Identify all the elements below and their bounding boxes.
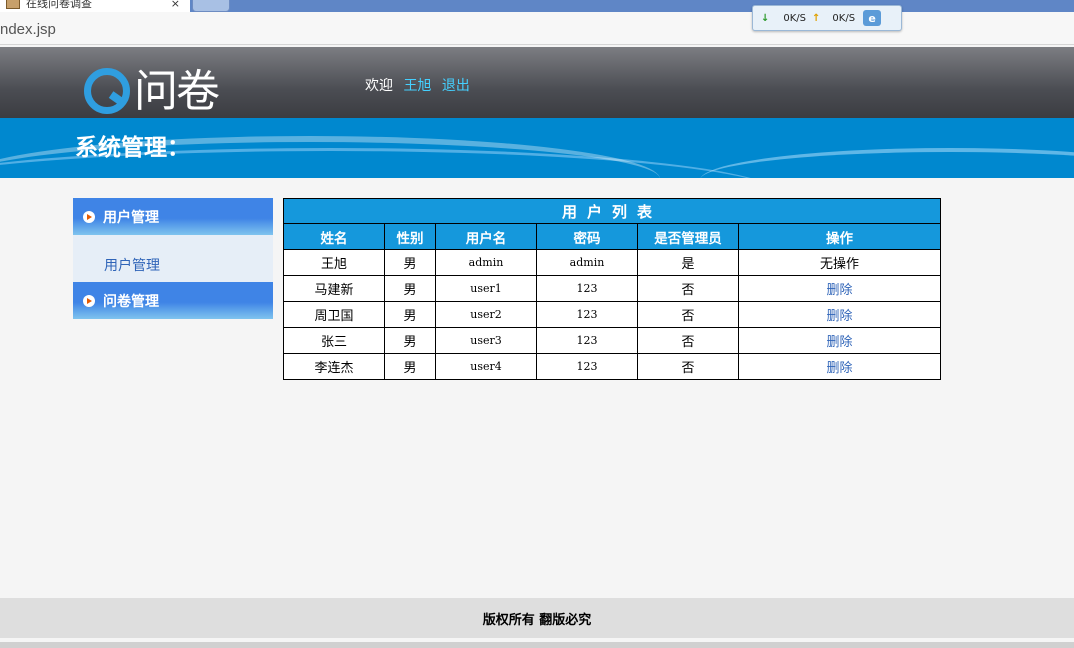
delete-user-link[interactable]: 删除 — [826, 335, 852, 350]
column-header: 是否管理员 — [637, 223, 739, 250]
bullet-arrow-icon — [83, 210, 95, 223]
cell-action: 无操作 — [738, 249, 941, 276]
welcome-text: 欢迎 — [365, 78, 393, 94]
cell-gender: 男 — [384, 249, 436, 276]
sidebar: 用户管理 用户管理 问卷管理 — [73, 198, 273, 319]
site-header: 问卷 欢迎 王旭 退出 — [0, 47, 1074, 118]
delete-user-link[interactable]: 删除 — [826, 361, 852, 376]
cell-password: 123 — [536, 301, 638, 328]
cell-is-admin: 是 — [637, 249, 739, 276]
cell-gender: 男 — [384, 353, 436, 380]
cell-gender: 男 — [384, 301, 436, 328]
page-title: 系统管理： — [75, 134, 190, 161]
page-favicon-icon — [6, 0, 20, 9]
column-header: 用户名 — [435, 223, 537, 250]
logo-text: 问卷 — [134, 66, 220, 117]
ie-icon[interactable]: e — [863, 10, 882, 26]
sidebar-section-user-management[interactable]: 用户管理 — [73, 198, 273, 235]
table-caption: 用户列表 — [283, 198, 941, 224]
table-row: 周卫国男 user2 123 否 删除 — [283, 301, 941, 328]
cell-username: user1 — [435, 275, 537, 302]
cell-is-admin: 否 — [637, 353, 739, 380]
table-row: 马建新男 user1 123 否 删除 — [283, 275, 941, 302]
column-header: 性别 — [384, 223, 436, 250]
cell-is-admin: 否 — [637, 301, 739, 328]
cell-username: user3 — [435, 327, 537, 354]
cell-action: 删除 — [738, 301, 941, 328]
no-action-text: 无操作 — [819, 257, 859, 272]
sidebar-section-label: 用户管理 — [103, 209, 159, 226]
page-banner: 系统管理： — [0, 118, 1074, 178]
column-header: 密码 — [536, 223, 638, 250]
browser-tab-title: 在线问卷调查 — [26, 0, 92, 10]
site-logo: 问卷 — [82, 55, 220, 119]
logout-link[interactable]: 退出 — [442, 78, 470, 94]
sidebar-section-label: 问卷管理 — [103, 293, 159, 310]
address-url[interactable]: ndex.jsp — [0, 21, 56, 38]
network-speed-widget: ↓ 0K/S ↑ 0K/S e — [752, 5, 902, 31]
cell-name: 张三 — [283, 327, 385, 354]
column-header: 操作 — [738, 223, 941, 250]
table-header-row: 姓名 性别 用户名 密码 是否管理员 操作 — [283, 223, 941, 250]
column-header: 姓名 — [283, 223, 385, 250]
window-bottom-border — [0, 642, 1074, 648]
cell-gender: 男 — [384, 327, 436, 354]
cell-action: 删除 — [738, 327, 941, 354]
browser-tab-strip: 在线问卷调查 × — [0, 0, 1074, 12]
table-row: 张三男 user3 123 否 删除 — [283, 327, 941, 354]
sidebar-item-user-management[interactable]: 用户管理 — [104, 255, 160, 275]
delete-user-link[interactable]: 删除 — [826, 309, 852, 324]
sidebar-section-survey-management[interactable]: 问卷管理 — [73, 282, 273, 319]
cell-name: 王旭 — [283, 249, 385, 276]
cell-action: 删除 — [738, 353, 941, 380]
cell-name: 马建新 — [283, 275, 385, 302]
page-footer: 版权所有 翻版必究 — [0, 598, 1074, 638]
cell-password: 123 — [536, 327, 638, 354]
upload-arrow-icon: ↑ — [812, 12, 821, 24]
cell-password: 123 — [536, 275, 638, 302]
table-row: 王旭男 admin admin 是无操作 — [283, 249, 941, 276]
welcome-bar: 欢迎 王旭 退出 — [365, 75, 470, 95]
cell-is-admin: 否 — [637, 275, 739, 302]
cell-name: 周卫国 — [283, 301, 385, 328]
browser-tab[interactable]: 在线问卷调查 × — [0, 0, 190, 12]
tab-close-icon[interactable]: × — [171, 0, 180, 10]
sidebar-submenu: 用户管理 — [73, 235, 273, 282]
cell-username: user2 — [435, 301, 537, 328]
cell-password: admin — [536, 249, 638, 276]
new-tab-button[interactable] — [192, 0, 230, 12]
address-bar[interactable]: ndex.jsp — [0, 12, 1074, 45]
logo-q-icon — [82, 64, 130, 114]
download-arrow-icon: ↓ — [761, 12, 770, 24]
table-row: 李连杰男 user4 123 否 删除 — [283, 353, 941, 380]
cell-is-admin: 否 — [637, 327, 739, 354]
bullet-arrow-icon — [83, 294, 95, 307]
cell-action: 删除 — [738, 275, 941, 302]
cell-username: admin — [435, 249, 537, 276]
user-list-table: 用户列表 姓名 性别 用户名 密码 是否管理员 操作 王旭男 admin admin… — [283, 198, 941, 380]
delete-user-link[interactable]: 删除 — [826, 283, 852, 298]
download-speed: 0K/S — [783, 12, 807, 24]
cell-name: 李连杰 — [283, 353, 385, 380]
copyright-text: 版权所有 翻版必究 — [482, 612, 592, 628]
cell-gender: 男 — [384, 275, 436, 302]
upload-speed: 0K/S — [832, 12, 856, 24]
cell-password: 123 — [536, 353, 638, 380]
cell-username: user4 — [435, 353, 537, 380]
username-link[interactable]: 王旭 — [403, 78, 431, 94]
